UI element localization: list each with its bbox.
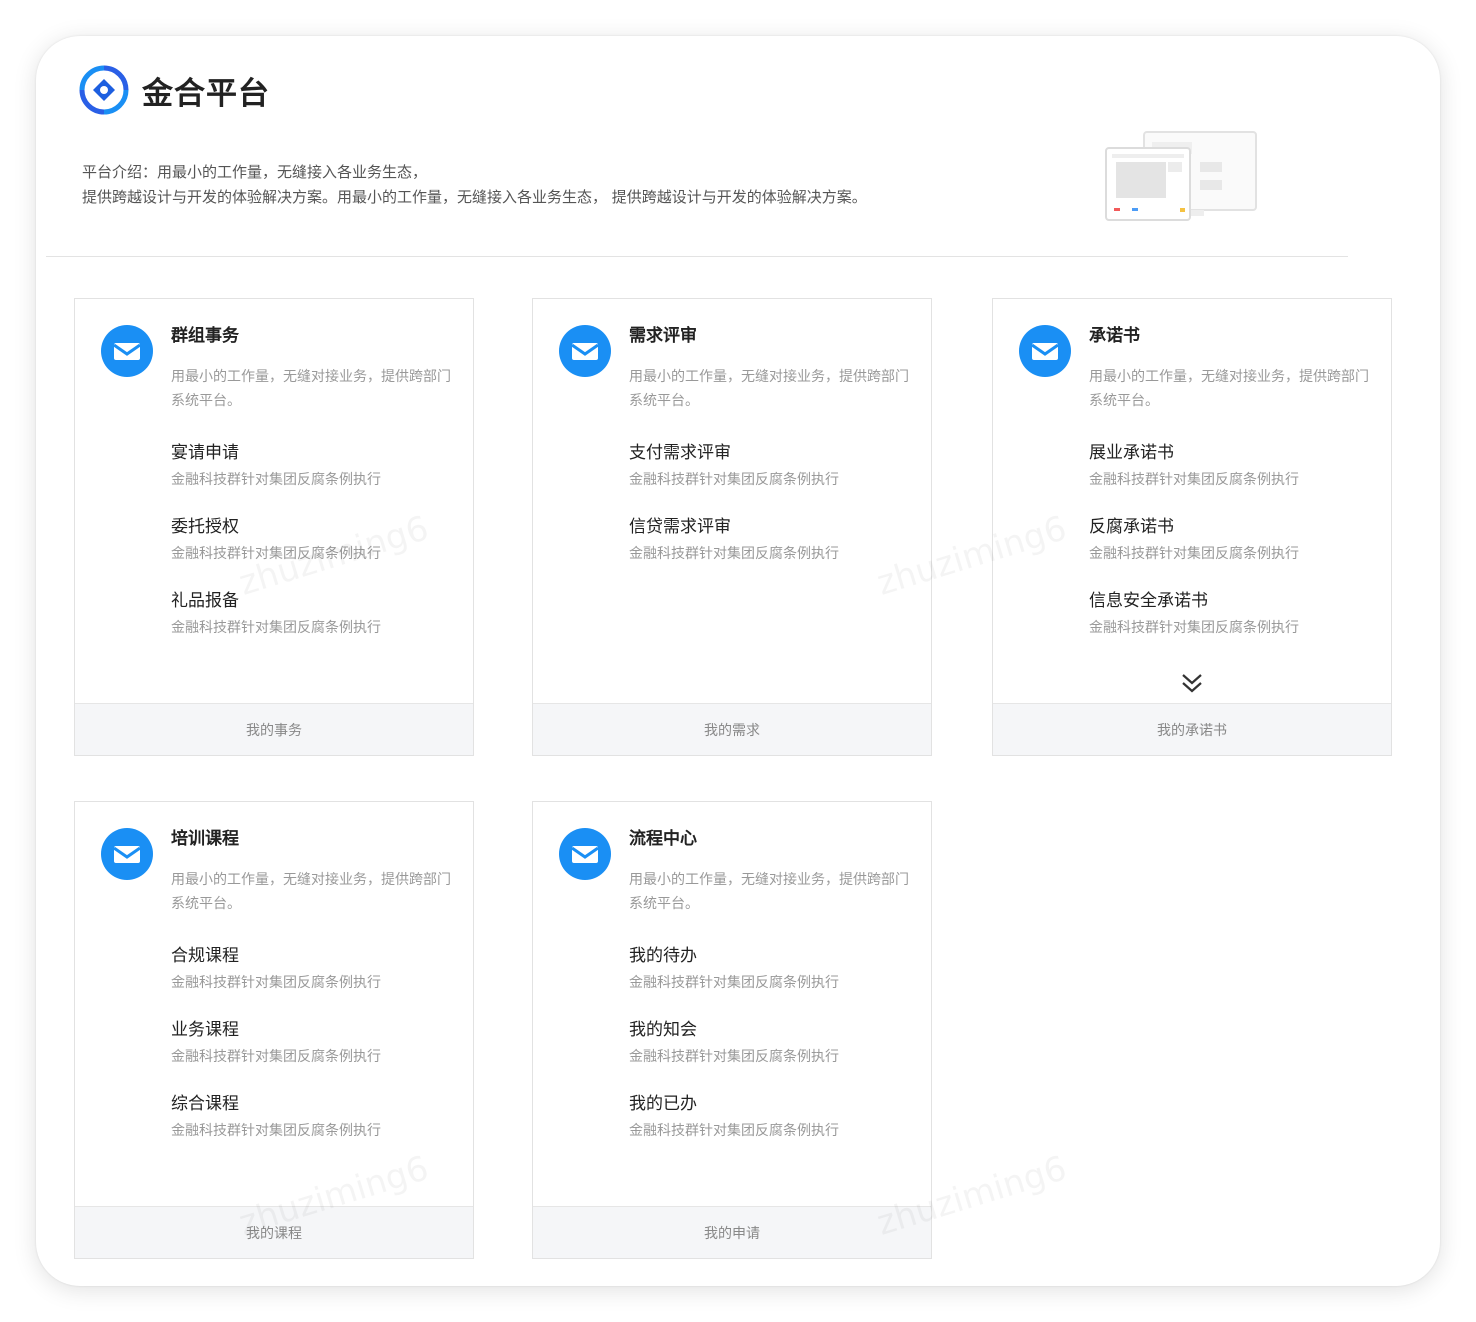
- card-footer-link[interactable]: 我的课程: [75, 1206, 473, 1258]
- card-item[interactable]: 我的已办 金融科技群针对集团反腐条例执行: [629, 1092, 909, 1142]
- card-description: 用最小的工作量，无缝对接业务，提供跨部门系统平台。: [1089, 369, 1369, 409]
- mail-icon: [559, 325, 611, 377]
- item-title: 信贷需求评审: [629, 517, 731, 537]
- mail-icon: [101, 325, 153, 377]
- header-divider: [46, 256, 1348, 257]
- mail-icon: [101, 828, 153, 880]
- card-requirement-review: 需求评审 用最小的工作量，无缝对接业务，提供跨部门系统平台。 支付需求评审 金融…: [532, 298, 932, 756]
- card-title: 流程中心: [629, 829, 697, 849]
- card-description: 用最小的工作量，无缝对接业务，提供跨部门系统平台。: [629, 872, 909, 912]
- item-title: 业务课程: [171, 1020, 239, 1040]
- item-subtitle: 金融科技群针对集团反腐条例执行: [171, 546, 381, 562]
- card-training-courses: 培训课程 用最小的工作量，无缝对接业务，提供跨部门系统平台。 合规课程 金融科技…: [74, 801, 474, 1259]
- item-subtitle: 金融科技群针对集团反腐条例执行: [629, 546, 839, 562]
- item-title: 综合课程: [171, 1094, 239, 1114]
- card-description: 用最小的工作量，无缝对接业务，提供跨部门系统平台。: [629, 369, 909, 409]
- monitor-illustration-icon: [1105, 131, 1257, 221]
- card-item[interactable]: 合规课程 金融科技群针对集团反腐条例执行: [171, 944, 451, 994]
- item-title: 礼品报备: [171, 591, 239, 611]
- item-subtitle: 金融科技群针对集团反腐条例执行: [1089, 620, 1299, 636]
- card-item[interactable]: 综合课程 金融科技群针对集团反腐条例执行: [171, 1092, 451, 1142]
- card-title: 承诺书: [1089, 326, 1140, 346]
- double-chevron-down-icon[interactable]: [993, 671, 1391, 695]
- card-item[interactable]: 反腐承诺书 金融科技群针对集团反腐条例执行: [1089, 515, 1369, 565]
- card-item[interactable]: 展业承诺书 金融科技群针对集团反腐条例执行: [1089, 441, 1369, 491]
- item-title: 支付需求评审: [629, 443, 731, 463]
- brand-name: 金合平台: [142, 75, 270, 112]
- mail-icon: [559, 828, 611, 880]
- card-footer-link[interactable]: 我的需求: [533, 703, 931, 755]
- card-title: 群组事务: [171, 326, 239, 346]
- card-item[interactable]: 我的待办 金融科技群针对集团反腐条例执行: [629, 944, 909, 994]
- card-item[interactable]: 我的知会 金融科技群针对集团反腐条例执行: [629, 1018, 909, 1068]
- item-title: 合规课程: [171, 946, 239, 966]
- card-footer-link[interactable]: 我的申请: [533, 1206, 931, 1258]
- card-process-center: 流程中心 用最小的工作量，无缝对接业务，提供跨部门系统平台。 我的待办 金融科技…: [532, 801, 932, 1259]
- mail-icon: [1019, 325, 1071, 377]
- item-title: 反腐承诺书: [1089, 517, 1174, 537]
- card-footer-link[interactable]: 我的事务: [75, 703, 473, 755]
- platform-intro: 平台介绍：用最小的工作量，无缝接入各业务生态， 提供跨越设计与开发的体验解决方案…: [82, 160, 867, 210]
- card-description: 用最小的工作量，无缝对接业务，提供跨部门系统平台。: [171, 369, 451, 409]
- item-subtitle: 金融科技群针对集团反腐条例执行: [171, 620, 381, 636]
- intro-line-1: 平台介绍：用最小的工作量，无缝接入各业务生态，: [82, 163, 428, 181]
- item-title: 我的已办: [629, 1094, 697, 1114]
- card-item[interactable]: 宴请申请 金融科技群针对集团反腐条例执行: [171, 441, 451, 491]
- item-subtitle: 金融科技群针对集团反腐条例执行: [629, 1123, 839, 1139]
- item-title: 我的知会: [629, 1020, 697, 1040]
- brand-logo-icon: [79, 65, 129, 115]
- card-item[interactable]: 礼品报备 金融科技群针对集团反腐条例执行: [171, 589, 451, 639]
- intro-line-2: 提供跨越设计与开发的体验解决方案。用最小的工作量，无缝接入各业务生态， 提供跨越…: [82, 188, 867, 206]
- item-subtitle: 金融科技群针对集团反腐条例执行: [1089, 546, 1299, 562]
- item-subtitle: 金融科技群针对集团反腐条例执行: [171, 1123, 381, 1139]
- app-frame: 金合平台 平台介绍：用最小的工作量，无缝接入各业务生态， 提供跨越设计与开发的体…: [36, 36, 1440, 1286]
- card-group-affairs: 群组事务 用最小的工作量，无缝对接业务，提供跨部门系统平台。 宴请申请 金融科技…: [74, 298, 474, 756]
- item-subtitle: 金融科技群针对集团反腐条例执行: [629, 472, 839, 488]
- brand[interactable]: 金合平台: [78, 64, 270, 116]
- card-item[interactable]: 业务课程 金融科技群针对集团反腐条例执行: [171, 1018, 451, 1068]
- item-title: 委托授权: [171, 517, 239, 537]
- item-title: 我的待办: [629, 946, 697, 966]
- item-subtitle: 金融科技群针对集团反腐条例执行: [171, 975, 381, 991]
- card-item[interactable]: 信贷需求评审 金融科技群针对集团反腐条例执行: [629, 515, 909, 565]
- item-subtitle: 金融科技群针对集团反腐条例执行: [629, 975, 839, 991]
- item-subtitle: 金融科技群针对集团反腐条例执行: [171, 1049, 381, 1065]
- item-subtitle: 金融科技群针对集团反腐条例执行: [1089, 472, 1299, 488]
- card-footer-link[interactable]: 我的承诺书: [993, 703, 1391, 755]
- item-title: 展业承诺书: [1089, 443, 1174, 463]
- card-item[interactable]: 支付需求评审 金融科技群针对集团反腐条例执行: [629, 441, 909, 491]
- card-item[interactable]: 信息安全承诺书 金融科技群针对集团反腐条例执行: [1089, 589, 1369, 639]
- card-commitment: 承诺书 用最小的工作量，无缝对接业务，提供跨部门系统平台。 展业承诺书 金融科技…: [992, 298, 1392, 756]
- card-description: 用最小的工作量，无缝对接业务，提供跨部门系统平台。: [171, 872, 451, 912]
- card-title: 培训课程: [171, 829, 239, 849]
- item-subtitle: 金融科技群针对集团反腐条例执行: [171, 472, 381, 488]
- item-title: 信息安全承诺书: [1089, 591, 1208, 611]
- item-subtitle: 金融科技群针对集团反腐条例执行: [629, 1049, 839, 1065]
- card-title: 需求评审: [629, 326, 697, 346]
- item-title: 宴请申请: [171, 443, 239, 463]
- card-item[interactable]: 委托授权 金融科技群针对集团反腐条例执行: [171, 515, 451, 565]
